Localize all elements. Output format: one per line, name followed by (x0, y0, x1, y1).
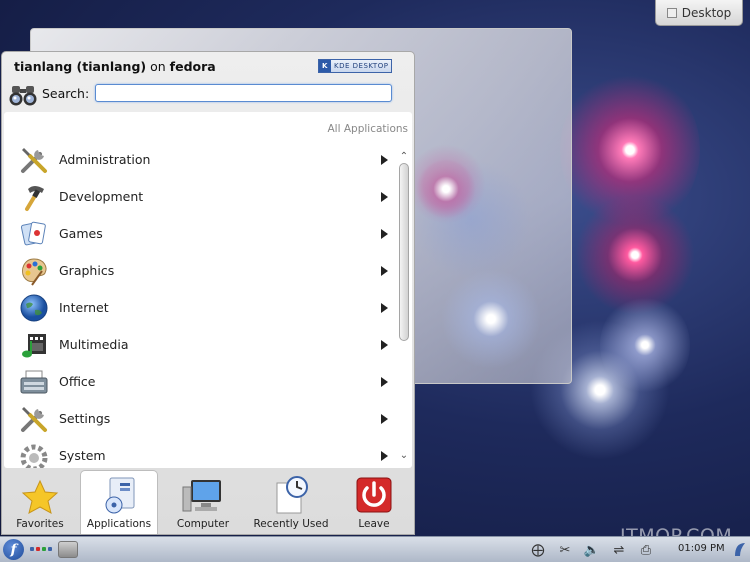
power-icon (356, 477, 392, 513)
kickoff-tab-bar: Favorites Applications Computer Recently… (2, 468, 414, 534)
tab-label: Applications (86, 518, 152, 530)
app-category-label: Office (59, 374, 96, 389)
system-icon (20, 444, 48, 468)
wallpaper-firework (416, 159, 476, 219)
scissors-icon[interactable]: ✂ (555, 540, 575, 560)
pager-desktop (42, 547, 46, 551)
user-info: tianlang (tianlang) on fedora (14, 59, 216, 74)
games-icon (20, 221, 46, 245)
scrollbar-thumb[interactable] (399, 163, 409, 341)
clock[interactable]: 01:09 PM (678, 543, 725, 554)
computer-icon (182, 480, 221, 512)
chevron-right-icon (381, 302, 388, 313)
user-on-text: on (150, 59, 166, 74)
app-category-label: Settings (59, 411, 111, 426)
multimedia-icon (22, 333, 46, 357)
app-category-label: Development (59, 189, 144, 204)
binoculars-icon (9, 86, 37, 106)
chevron-down-icon[interactable]: ⌄ (398, 450, 410, 462)
desktop-toolbox-label: Desktop (681, 5, 732, 20)
pager-desktop (30, 547, 34, 551)
star-icon (21, 479, 59, 514)
tab-favorites[interactable]: Favorites (2, 470, 78, 534)
printer-icon[interactable]: ⎙ (636, 540, 656, 560)
chevron-right-icon (381, 191, 388, 202)
internet-icon (20, 294, 48, 321)
list-scrollbar[interactable]: ⌃ ⌄ (398, 151, 410, 462)
wallpaper-firework (575, 195, 695, 315)
app-category-settings[interactable]: Settings (4, 400, 396, 437)
administration-icon (21, 147, 47, 173)
app-category-label: System (59, 448, 106, 463)
chevron-right-icon (381, 339, 388, 350)
pager-desktop (36, 547, 40, 551)
app-category-administration[interactable]: Administration (4, 141, 396, 178)
panel-cashew-icon[interactable] (733, 541, 747, 558)
taskbar: f ⨁ ✂ 🔈 ⇌ ⎙ 01:09 PM (0, 536, 750, 562)
development-icon (25, 185, 44, 211)
app-category-label: Games (59, 226, 103, 241)
kde-logo-text: KDE DESKTOP (334, 62, 389, 70)
wallpaper-firework (441, 269, 541, 369)
chevron-up-icon[interactable]: ⌃ (398, 151, 410, 163)
chevron-right-icon (381, 376, 388, 387)
usb-icon[interactable]: ⇌ (609, 540, 629, 560)
user-name: tianlang (tianlang) (14, 59, 147, 74)
chevron-right-icon (381, 265, 388, 276)
graphics-icon (21, 257, 47, 286)
pager-desktop (48, 547, 52, 551)
tab-label: Recently Used (253, 518, 329, 530)
breadcrumb[interactable]: All Applications (328, 123, 409, 135)
kickoff-menu: tianlang (tianlang) on fedora K KDE DESK… (1, 51, 415, 535)
office-icon (20, 370, 48, 393)
app-category-label: Multimedia (59, 337, 129, 352)
app-category-multimedia[interactable]: Multimedia (4, 326, 396, 363)
wallpaper-firework (600, 295, 690, 395)
app-category-system[interactable]: System (4, 437, 396, 468)
tab-computer[interactable]: Computer (166, 470, 240, 534)
desktop-toolbox-button[interactable]: Desktop (655, 0, 743, 26)
fedora-launcher-icon[interactable]: f (3, 539, 24, 560)
host-name: fedora (169, 59, 216, 74)
chevron-right-icon (381, 413, 388, 424)
tab-recently-used[interactable]: Recently Used (246, 470, 336, 534)
chevron-right-icon (381, 450, 388, 461)
tab-leave[interactable]: Leave (342, 470, 406, 534)
network-manager-icon[interactable]: ⨁ (528, 540, 548, 560)
system-tray: ⨁ ✂ 🔈 ⇌ ⎙ (528, 540, 656, 560)
volume-icon[interactable]: 🔈 (582, 540, 602, 560)
chevron-right-icon (381, 228, 388, 239)
desktop-icon (666, 7, 677, 18)
app-category-office[interactable]: Office (4, 363, 396, 400)
virtual-desktop-pager[interactable] (30, 544, 52, 554)
app-category-graphics[interactable]: Graphics (4, 252, 396, 289)
app-category-internet[interactable]: Internet (4, 289, 396, 326)
search-input[interactable] (95, 84, 392, 102)
app-category-label: Graphics (59, 263, 115, 278)
app-category-label: Internet (59, 300, 109, 315)
app-category-games[interactable]: Games (4, 215, 396, 252)
wallpaper-firework (560, 70, 700, 230)
app-category-label: Administration (59, 152, 151, 167)
applications-icon (105, 477, 135, 514)
tab-label: Favorites (16, 518, 64, 530)
show-desktop-icon[interactable] (58, 541, 78, 558)
app-category-development[interactable]: Development (4, 178, 396, 215)
tab-applications[interactable]: Applications (80, 470, 158, 534)
application-list: All Applications Administration Developm… (4, 112, 412, 468)
tab-label: Computer (176, 518, 230, 530)
chevron-right-icon (381, 154, 388, 165)
search-label: Search: (42, 86, 90, 101)
clock-icon (276, 476, 308, 514)
kickoff-header: tianlang (tianlang) on fedora K KDE DESK… (2, 52, 414, 112)
kde-logo: K KDE DESKTOP (318, 59, 392, 73)
kde-k-icon: K (319, 60, 331, 72)
tab-label: Leave (358, 518, 390, 530)
settings-icon (21, 406, 47, 432)
